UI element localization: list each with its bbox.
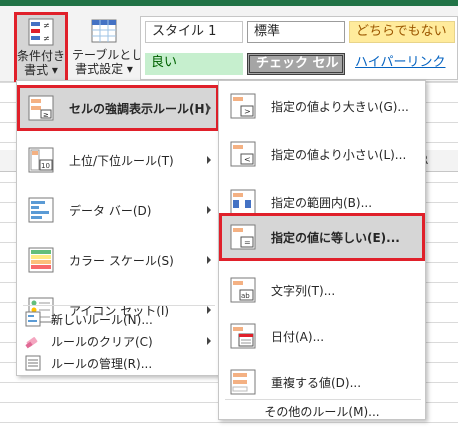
submenu-item-label: 文字列(T)... [271,283,336,298]
menu-item-label: ルールのクリア(C) [51,334,153,349]
submenu-arrow-icon [207,156,211,164]
submenu-item-text-contains[interactable]: ab 文字列(T)... [219,267,425,313]
submenu-item-less-than[interactable]: < 指定の値より小さい(L)... [219,131,425,177]
submenu-item-label: 指定の値より小さい(L)... [271,147,407,162]
new-rule-icon [25,311,41,327]
less-than-icon: < [230,141,256,167]
menu-item-label: カラー スケール(S) [69,253,174,268]
submenu-arrow-icon [207,104,211,112]
submenu-arrow-icon [207,206,211,214]
format-as-table-label-2: 書式設定 ▾ [75,62,133,76]
text-contains-icon: ab [230,277,256,303]
conditional-formatting-menu: ≥ セルの強調表示ルール(H) 10 上位/下位ルール(T) データ バー(D) [16,80,220,376]
menu-item-new-rule[interactable]: 新しいルール(N)... [17,309,219,329]
style-normal-swatch[interactable]: 標準 [247,21,345,43]
conditional-formatting-label-2: 書式 ▾ [24,63,58,77]
menu-item-top-bottom-rules[interactable]: 10 上位/下位ルール(T) [17,137,219,183]
menu-item-label: データ バー(D) [69,203,152,218]
highlight-rules-icon: ≥ [28,95,54,121]
svg-text:≠: ≠ [43,34,50,43]
menu-item-label: 上位/下位ルール(T) [69,153,174,168]
svg-text:>: > [244,107,251,116]
duplicate-values-icon [230,369,256,395]
menu-separator [23,305,215,306]
style-neutral-swatch[interactable]: どちらでもない [349,21,455,43]
submenu-arrow-icon [207,256,211,264]
submenu-item-label: 指定の範囲内(B)... [271,195,373,210]
submenu-arrow-icon [207,337,211,345]
format-as-table-icon [91,19,117,43]
style-1-swatch[interactable]: スタイル 1 [145,21,243,43]
conditional-formatting-icon: ≠ ≠ [28,18,54,46]
submenu-item-greater-than[interactable]: > 指定の値より大きい(G)... [219,83,425,129]
menu-item-label: ルールの管理(R)... [51,356,153,371]
manage-rules-icon [25,355,41,371]
svg-text:10: 10 [41,162,50,170]
submenu-item-label: 日付(A)... [271,329,325,344]
menu-item-highlight-cells-rules[interactable]: ≥ セルの強調表示ルール(H) [17,85,219,131]
data-bars-icon [28,197,54,223]
color-scales-icon [28,247,54,273]
submenu-item-label: 重複する値(D)... [271,375,362,390]
menu-item-data-bars[interactable]: データ バー(D) [17,187,219,233]
svg-text:=: = [244,238,251,247]
conditional-formatting-label-1: 条件付き [17,49,66,63]
equal-to-icon: = [230,224,256,250]
submenu-separator [225,399,421,400]
menu-item-label: 新しいルール(N)... [51,312,153,327]
submenu-item-more-rules[interactable]: その他のルール(M)... [219,403,425,420]
date-occurring-icon [230,323,256,349]
menu-item-manage-rules[interactable]: ルールの管理(R)... [17,353,219,373]
cell-styles-gallery: スタイル 1 標準 どちらでもない 良い チェック セル ハイパーリンク [140,16,458,80]
menu-item-clear-rules[interactable]: ルールのクリア(C) [17,331,219,351]
menu-item-color-scales[interactable]: カラー スケール(S) [17,237,219,283]
ribbon: ≠ ≠ 条件付き 書式 ▾ テーブルとして 書式設定 ▾ スタイル 1 標準 ど… [0,6,458,84]
format-as-table-label-1: テーブルとして [72,48,155,62]
svg-text:≠: ≠ [43,21,50,30]
conditional-formatting-button[interactable]: ≠ ≠ 条件付き 書式 ▾ [14,12,68,84]
top-bottom-rules-icon: 10 [28,147,54,173]
style-check-cell-swatch[interactable]: チェック セル [247,53,345,75]
menu-item-label: セルの強調表示ルール(H) [69,101,211,116]
highlight-cells-submenu: > 指定の値より大きい(G)... < 指定の値より小さい(L)... 指定の範… [218,80,426,420]
between-icon [230,189,256,215]
svg-text:<: < [244,155,251,164]
submenu-item-equal-to[interactable]: = 指定の値に等しい(E)... [219,213,425,261]
format-as-table-button[interactable]: テーブルとして 書式設定 ▾ [72,14,155,82]
svg-text:≥: ≥ [43,111,49,119]
submenu-item-label: 指定の値に等しい(E)... [271,230,400,245]
svg-text:ab: ab [241,292,250,300]
submenu-item-label: 指定の値より大きい(G)... [271,99,409,114]
clear-rules-icon [25,337,38,349]
greater-than-icon: > [230,93,256,119]
submenu-item-date-occurring[interactable]: 日付(A)... [219,313,425,359]
style-good-swatch[interactable]: 良い [145,53,243,75]
style-hyperlink-swatch[interactable]: ハイパーリンク [349,53,455,75]
